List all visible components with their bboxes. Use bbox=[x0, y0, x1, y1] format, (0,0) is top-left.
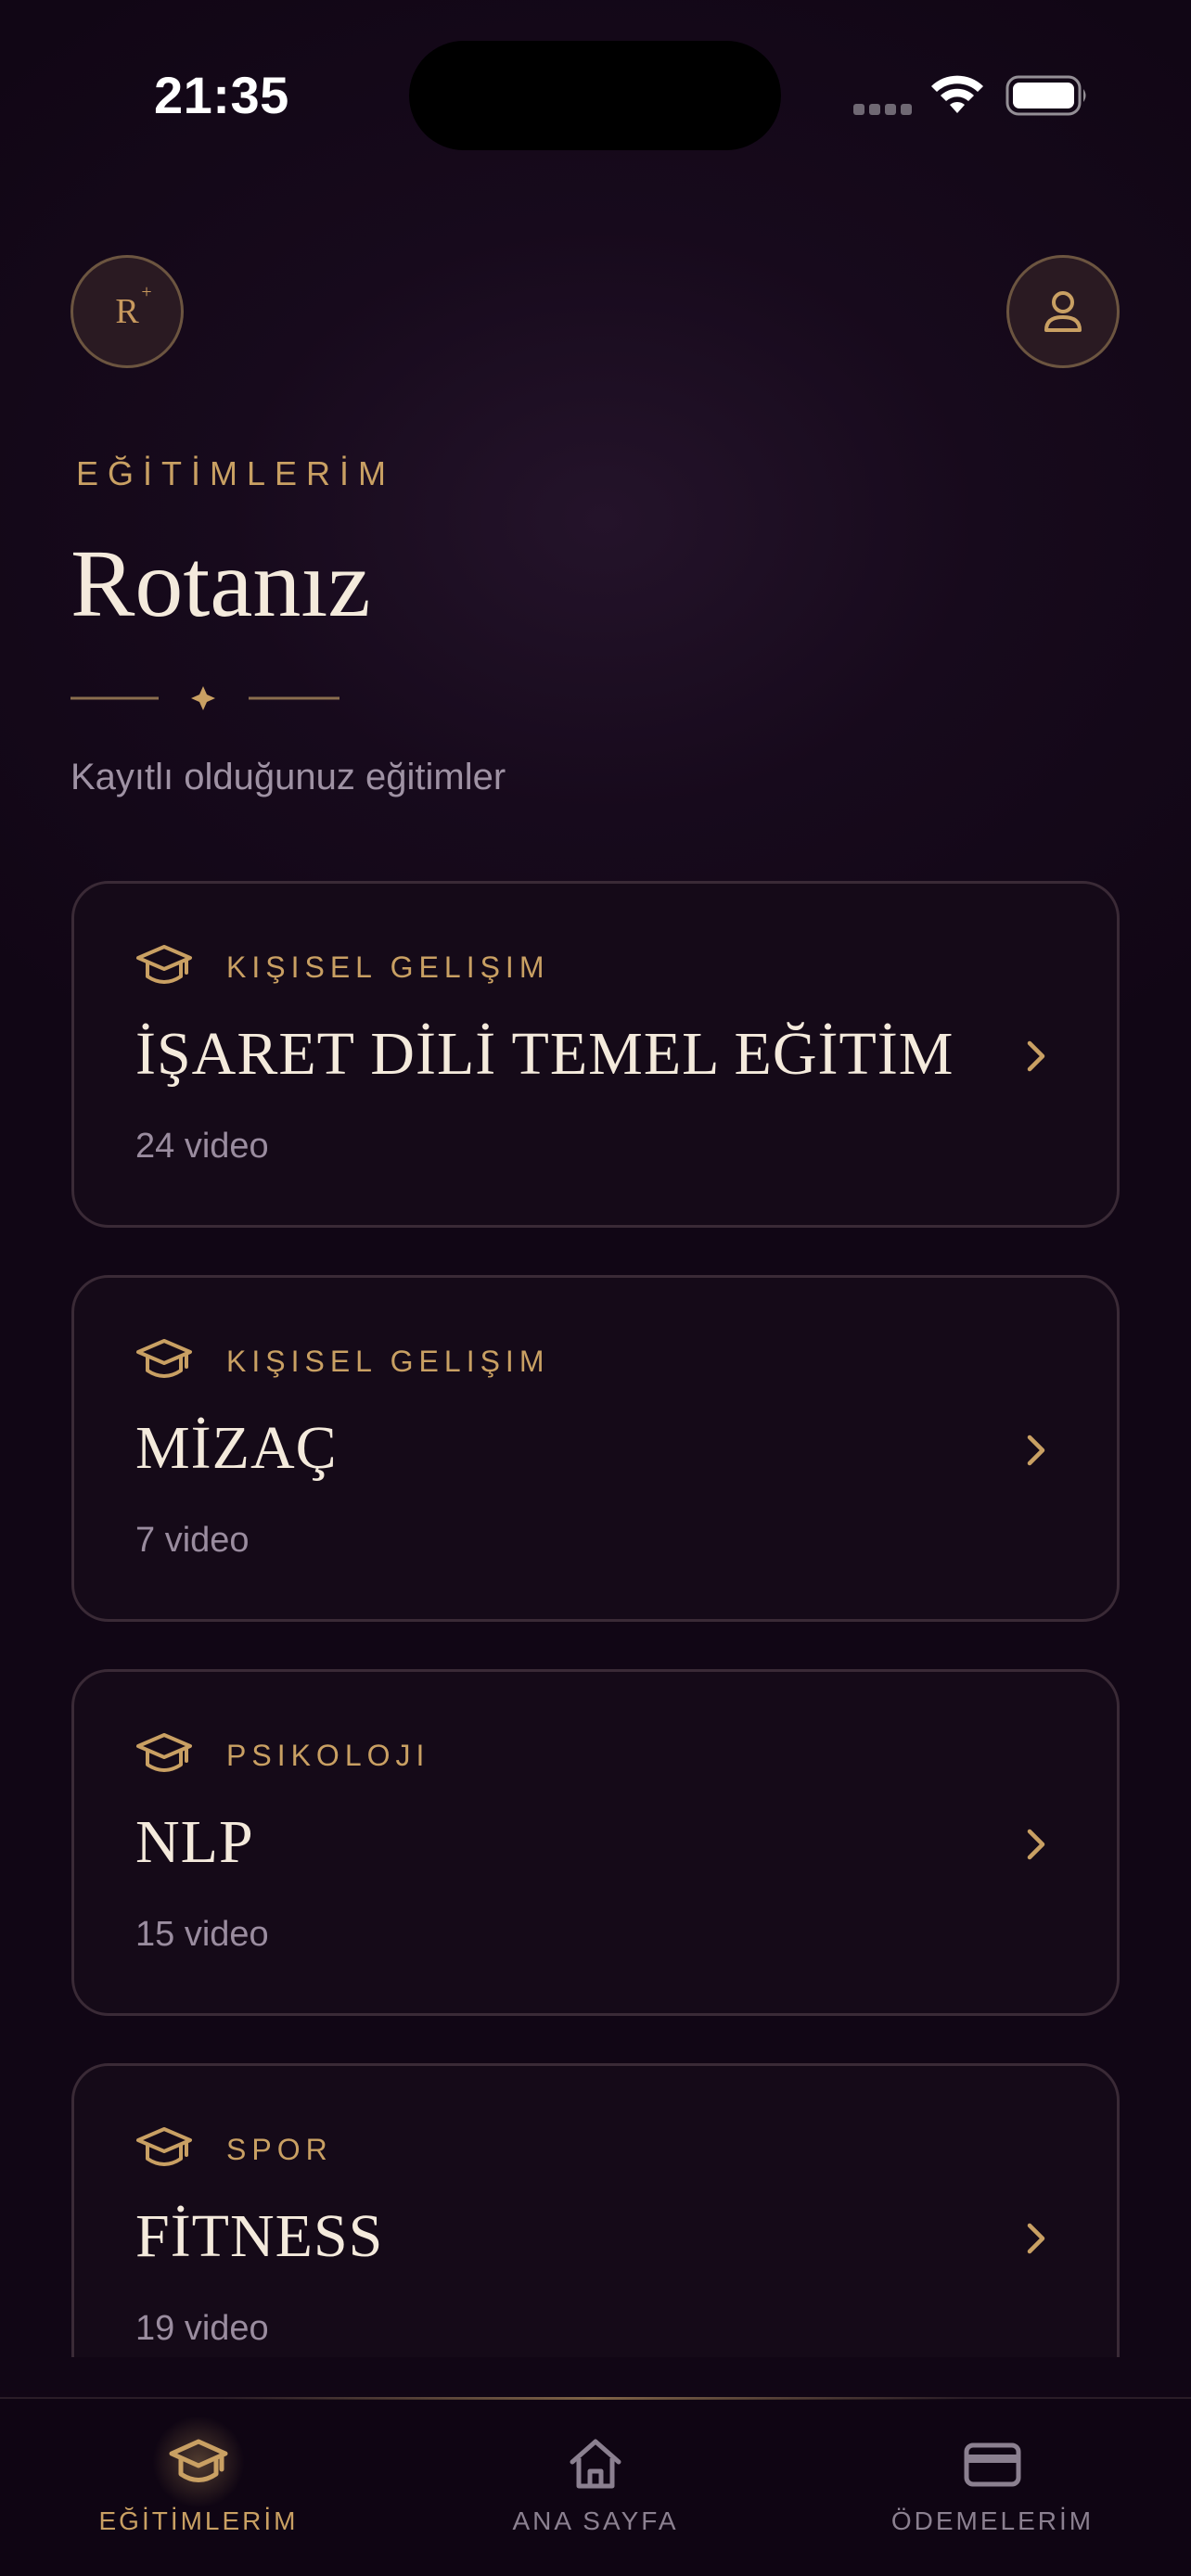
course-title: FİTNESS bbox=[135, 2202, 384, 2270]
course-category: SPOR bbox=[226, 2133, 333, 2166]
credit-card-icon bbox=[964, 2442, 1021, 2487]
course-list: KIŞISEL GELIŞIM İŞARET DİLİ TEMEL EĞİTİM… bbox=[0, 872, 1191, 2357]
user-icon bbox=[1044, 291, 1082, 332]
course-title: İŞARET DİLİ TEMEL EĞİTİM bbox=[135, 1020, 954, 1088]
graduation-cap-icon bbox=[136, 945, 192, 984]
course-card[interactable]: KIŞISEL GELIŞIM İŞARET DİLİ TEMEL EĞİTİM… bbox=[71, 881, 1120, 1228]
page-title: Rotanız bbox=[70, 530, 371, 637]
graduation-cap-icon bbox=[136, 1339, 192, 1378]
course-card[interactable]: SPOR FİTNESS 19 video bbox=[71, 2063, 1120, 2357]
dynamic-island bbox=[409, 41, 781, 150]
tab-ana-sayfa[interactable]: ANA SAYFA bbox=[397, 2399, 794, 2576]
home-icon bbox=[570, 2439, 621, 2489]
course-category: KIŞISEL GELIŞIM bbox=[226, 950, 550, 984]
chevron-right-icon bbox=[1027, 2223, 1045, 2254]
course-video-count: 24 video bbox=[135, 1127, 269, 1166]
title-divider bbox=[70, 686, 339, 710]
tab-label: ANA SAYFA bbox=[512, 2506, 679, 2535]
tab-bar: EĞİTİMLERİM ANA SAYFA ÖDEMELERİM bbox=[0, 2397, 1191, 2576]
chevron-right-icon bbox=[1027, 1040, 1045, 1072]
course-category: PSIKOLOJI bbox=[226, 1739, 430, 1772]
wifi-icon bbox=[931, 75, 983, 113]
logo-mark: + bbox=[141, 282, 152, 302]
chevron-right-icon bbox=[1027, 1435, 1045, 1466]
tab-odemelerim[interactable]: ÖDEMELERİM bbox=[794, 2399, 1191, 2576]
course-title: NLP bbox=[135, 1808, 254, 1876]
page-subtitle: Kayıtlı olduğunuz eğitimler bbox=[70, 757, 506, 797]
logo-button[interactable]: R + bbox=[70, 255, 184, 368]
course-video-count: 7 video bbox=[135, 1521, 250, 1560]
course-card[interactable]: KIŞISEL GELIŞIM MİZAÇ 7 video bbox=[71, 1275, 1120, 1622]
active-tab-glow bbox=[152, 2416, 245, 2508]
graduation-cap-icon bbox=[136, 1733, 192, 1772]
logo: R + bbox=[115, 282, 151, 332]
course-category: KIŞISEL GELIŞIM bbox=[226, 1345, 550, 1378]
course-video-count: 19 video bbox=[135, 2309, 269, 2348]
status-bar: 21:35 bbox=[0, 0, 1191, 185]
chevron-right-icon bbox=[1027, 1829, 1045, 1860]
tab-label: EĞİTİMLERİM bbox=[98, 2506, 299, 2535]
status-time: 21:35 bbox=[154, 66, 289, 124]
logo-letter: R bbox=[115, 292, 139, 331]
course-card[interactable]: PSIKOLOJI NLP 15 video bbox=[71, 1669, 1120, 2016]
course-video-count: 15 video bbox=[135, 1915, 269, 1954]
course-title: MİZAÇ bbox=[135, 1414, 338, 1482]
battery-icon bbox=[1005, 75, 1086, 116]
section-label: EĞİTİMLERİM bbox=[76, 454, 396, 492]
tab-label: ÖDEMELERİM bbox=[890, 2506, 1095, 2535]
cellular-signal-icon bbox=[853, 104, 913, 115]
sparkle-icon bbox=[191, 686, 215, 710]
tab-egitimlerim[interactable]: EĞİTİMLERİM bbox=[0, 2399, 397, 2576]
graduation-cap-icon bbox=[136, 2127, 192, 2166]
profile-button[interactable] bbox=[1006, 255, 1120, 368]
